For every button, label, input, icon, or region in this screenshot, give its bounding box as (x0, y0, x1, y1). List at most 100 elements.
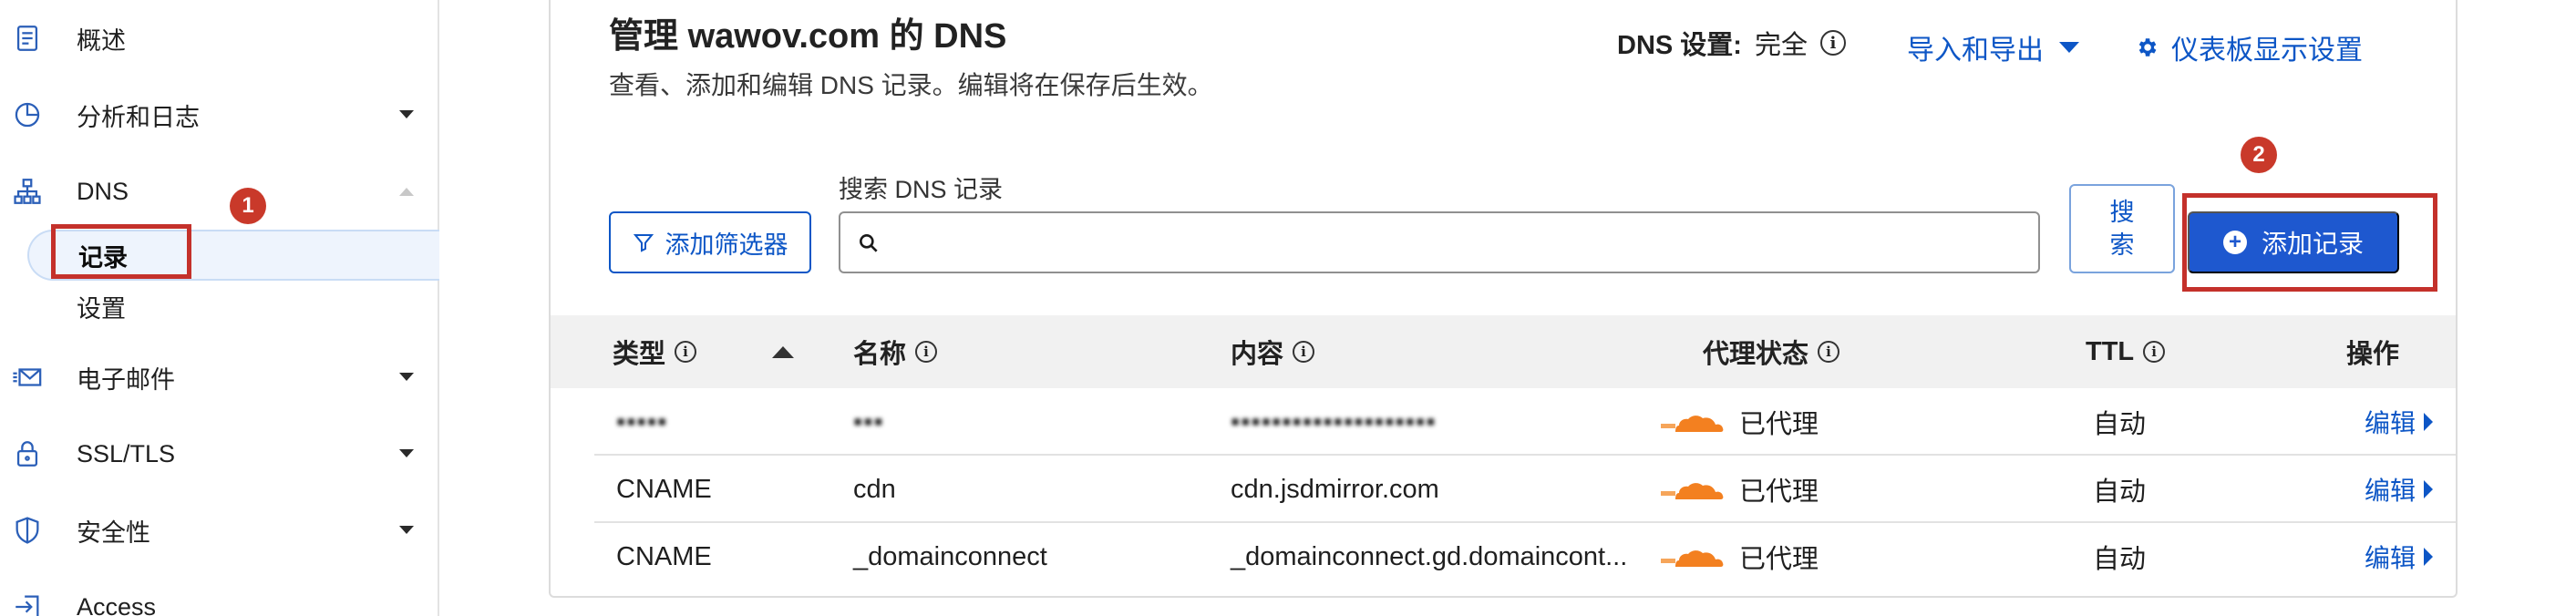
pie-chart-icon (11, 98, 44, 131)
sidebar-item-analytics[interactable]: 分析和日志 (0, 87, 438, 142)
info-icon[interactable]: i (1293, 341, 1315, 363)
sidebar-item-security[interactable]: 安全性 (0, 503, 438, 558)
sidebar-item-label: 安全性 (77, 518, 150, 547)
proxy-status-label: 已代理 (1739, 477, 1819, 507)
dashboard-display-settings-link[interactable]: 仪表板显示设置 (2135, 27, 2363, 67)
dns-settings-value: 完全 (1754, 31, 1808, 60)
sidebar: 概述 分析和日志 DNS 记录 设置 电子邮件 SSL/TLS 安全性 Acce… (0, 0, 439, 616)
lock-icon (11, 437, 44, 470)
record-content: ▪▪▪▪▪▪▪▪▪▪▪▪▪▪▪▪▪▪▪▪ (1231, 406, 1437, 436)
chevron-down-icon[interactable] (396, 366, 417, 388)
sidebar-subitem-settings[interactable]: 设置 (27, 281, 439, 332)
shield-icon (11, 514, 44, 547)
search-input[interactable] (839, 211, 2040, 273)
email-icon (11, 361, 44, 394)
cloud-proxied-icon (1661, 550, 1724, 567)
info-icon[interactable]: i (2143, 341, 2166, 363)
info-icon[interactable]: i (675, 341, 697, 363)
cloud-proxied-icon (1661, 416, 1724, 432)
sidebar-item-access[interactable]: Access (0, 580, 438, 616)
proxy-status-label: 已代理 (1739, 545, 1819, 574)
table-header: 类型 i 名称 i 内容 i 代理状态 i TTL i 操作 (551, 315, 2456, 388)
search-label: 搜索 DNS 记录 (839, 176, 1004, 203)
annotation-badge-2: 2 (2241, 137, 2277, 173)
edit-link[interactable]: 编辑 (2365, 456, 2434, 523)
record-ttl: 自动 (2093, 410, 2147, 439)
edit-link[interactable]: 编辑 (2365, 523, 2434, 590)
import-export-dropdown[interactable]: 导入和导出 (1907, 27, 2080, 67)
sidebar-item-overview[interactable]: 概述 (0, 11, 438, 66)
proxy-status-label: 已代理 (1739, 410, 1819, 439)
annotation-badge-1: 1 (230, 188, 266, 224)
chevron-down-icon[interactable] (396, 519, 417, 541)
info-icon[interactable]: i (1819, 30, 1846, 56)
search-icon (857, 231, 881, 260)
annotation-highlight-add-record (2182, 193, 2437, 292)
sidebar-item-email[interactable]: 电子邮件 (0, 350, 438, 405)
column-header-ttl[interactable]: TTL i (2086, 315, 2166, 388)
sidebar-item-label: SSL/TLS (77, 439, 176, 467)
record-content: _domainconnect.gd.domaincont... (1231, 541, 1628, 571)
proxy-status: 已代理 (1661, 456, 1819, 523)
record-name: cdn (853, 474, 896, 504)
record-content: cdn.jsdmirror.com (1231, 474, 1439, 504)
chevron-up-icon[interactable] (396, 180, 417, 202)
record-name: _domainconnect (853, 541, 1047, 571)
record-ttl: 自动 (2093, 477, 2147, 507)
dns-settings-key: DNS 设置: (1617, 31, 1742, 60)
record-ttl: 自动 (2093, 545, 2147, 574)
column-header-actions: 操作 (2346, 340, 2400, 369)
import-export-label: 导入和导出 (1907, 36, 2044, 66)
sidebar-item-label: 设置 (77, 294, 126, 323)
edit-label: 编辑 (2365, 409, 2416, 437)
column-header-type[interactable]: 类型 i (613, 315, 697, 388)
record-type: CNAME (616, 474, 712, 504)
page-title: 管理 wawov.com 的 DNS (609, 17, 1007, 56)
column-header-proxy-status[interactable]: 代理状态 i (1703, 315, 1840, 388)
info-icon[interactable]: i (1818, 341, 1840, 363)
caret-down-icon (2058, 41, 2080, 54)
edit-label: 编辑 (2365, 477, 2416, 505)
column-header-name[interactable]: 名称 i (853, 315, 938, 388)
cloud-proxied-icon (1661, 483, 1724, 499)
dns-records-card: 管理 wawov.com 的 DNS 查看、添加和编辑 DNS 记录。编辑将在保… (549, 0, 2458, 598)
sidebar-item-label: 电子邮件 (77, 365, 175, 394)
table-row[interactable]: CNAME cdn cdn.jsdmirror.com 已代理 自动 编辑 (594, 456, 2456, 523)
sidebar-item-label: 分析和日志 (77, 103, 200, 131)
proxy-status: 已代理 (1661, 523, 1819, 590)
filter-icon (633, 231, 654, 253)
chevron-down-icon[interactable] (396, 443, 417, 465)
sign-in-icon (11, 590, 44, 616)
search-button[interactable]: 搜 索 (2069, 184, 2175, 273)
add-filter-label: 添加筛选器 (665, 231, 788, 259)
record-type: ▪▪▪▪▪ (616, 406, 668, 436)
sidebar-item-label: Access (77, 592, 157, 616)
sidebar-item-label: DNS (77, 177, 129, 205)
record-name: ▪▪▪ (853, 406, 884, 436)
proxy-status: 已代理 (1661, 388, 1819, 456)
edit-link[interactable]: 编辑 (2365, 388, 2434, 456)
dashboard-settings-label: 仪表板显示设置 (2171, 36, 2363, 66)
sidebar-item-ssl[interactable]: SSL/TLS (0, 426, 438, 481)
edit-label: 编辑 (2365, 544, 2416, 572)
annotation-highlight-records (51, 224, 191, 279)
column-header-content[interactable]: 内容 i (1231, 315, 1315, 388)
document-icon (11, 22, 44, 55)
table-row[interactable]: CNAME _domainconnect _domainconnect.gd.d… (594, 523, 2456, 590)
page-description: 查看、添加和编辑 DNS 记录。编辑将在保存后生效。 (609, 71, 1213, 99)
caret-right-icon (2424, 413, 2434, 431)
table-row[interactable]: ▪▪▪▪▪ ▪▪▪ ▪▪▪▪▪▪▪▪▪▪▪▪▪▪▪▪▪▪▪▪ 已代理 自动 编辑 (594, 388, 2456, 456)
search-button-label: 搜 索 (2109, 199, 2135, 259)
add-filter-button[interactable]: 添加筛选器 (609, 211, 811, 273)
sort-ascending-icon[interactable] (771, 315, 795, 388)
network-icon (11, 175, 44, 208)
sidebar-item-label: 概述 (77, 26, 126, 55)
domain-name: wawov.com (687, 17, 881, 56)
record-type: CNAME (616, 541, 712, 571)
caret-right-icon (2424, 480, 2434, 498)
info-icon[interactable]: i (915, 341, 938, 363)
sidebar-item-dns[interactable]: DNS (0, 164, 438, 219)
caret-right-icon (2424, 548, 2434, 566)
gear-icon (2135, 36, 2159, 59)
chevron-down-icon[interactable] (396, 104, 417, 126)
